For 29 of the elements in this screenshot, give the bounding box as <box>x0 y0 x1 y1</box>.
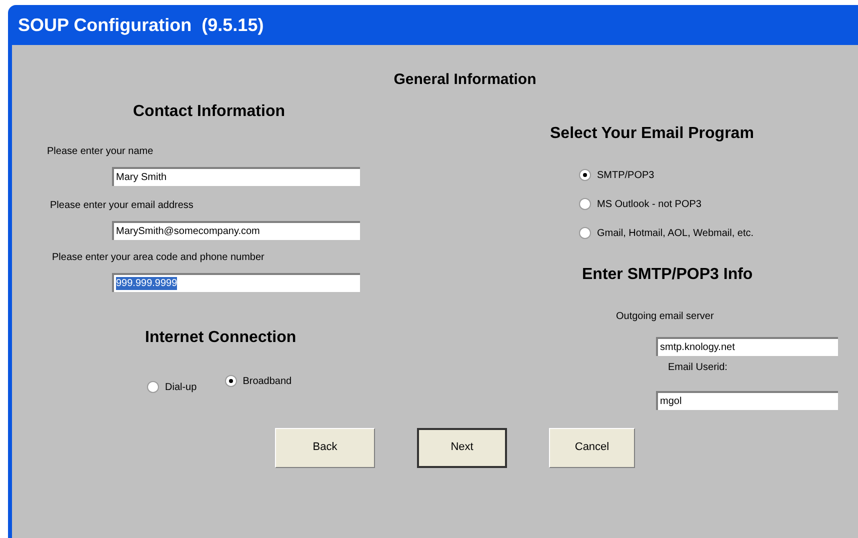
dialog-button[interactable]: Next <box>417 428 507 468</box>
radio-label[interactable]: SMTP/POP3 <box>597 168 654 182</box>
radio-button[interactable] <box>224 375 237 387</box>
radio-button[interactable] <box>579 227 591 239</box>
input-field[interactable]: mgol <box>656 390 838 410</box>
dialog-button[interactable]: Cancel <box>549 428 635 468</box>
field-label: Email Userid: <box>668 360 728 374</box>
radio-label[interactable]: Gmail, Hotmail, AOL, Webmail, etc. <box>597 226 754 240</box>
radio-button[interactable] <box>579 198 591 210</box>
field-label: Outgoing email server <box>616 310 715 324</box>
radio-label[interactable]: Broadband <box>242 374 292 388</box>
page-heading: General Information <box>394 70 536 90</box>
dialog-button[interactable]: Back <box>275 428 375 468</box>
input-field[interactable]: 999.999.9999 <box>112 272 360 292</box>
field-label: Please enter your name <box>47 144 154 158</box>
section-heading: Contact Information <box>133 102 286 122</box>
input-field[interactable]: smtp.knology.net <box>656 336 838 356</box>
radio-button[interactable] <box>147 381 159 393</box>
radio-button[interactable] <box>579 169 591 181</box>
field-label: Please enter your area code and phone number <box>52 250 264 264</box>
input-field[interactable]: Mary Smith <box>112 166 360 186</box>
section-heading: Enter SMTP/POP3 Info <box>582 264 754 284</box>
section-heading: Internet Connection <box>145 328 298 348</box>
input-field[interactable]: MarySmith@somecompany.com <box>112 220 360 240</box>
window-title: SOUP Configuration (9.5.15) <box>18 14 264 37</box>
radio-label[interactable]: Dial-up <box>165 380 197 394</box>
field-label: Please enter your email address <box>50 198 194 212</box>
radio-label[interactable]: MS Outlook - not POP3 <box>597 196 702 212</box>
section-heading: Select Your Email Program <box>550 124 755 144</box>
